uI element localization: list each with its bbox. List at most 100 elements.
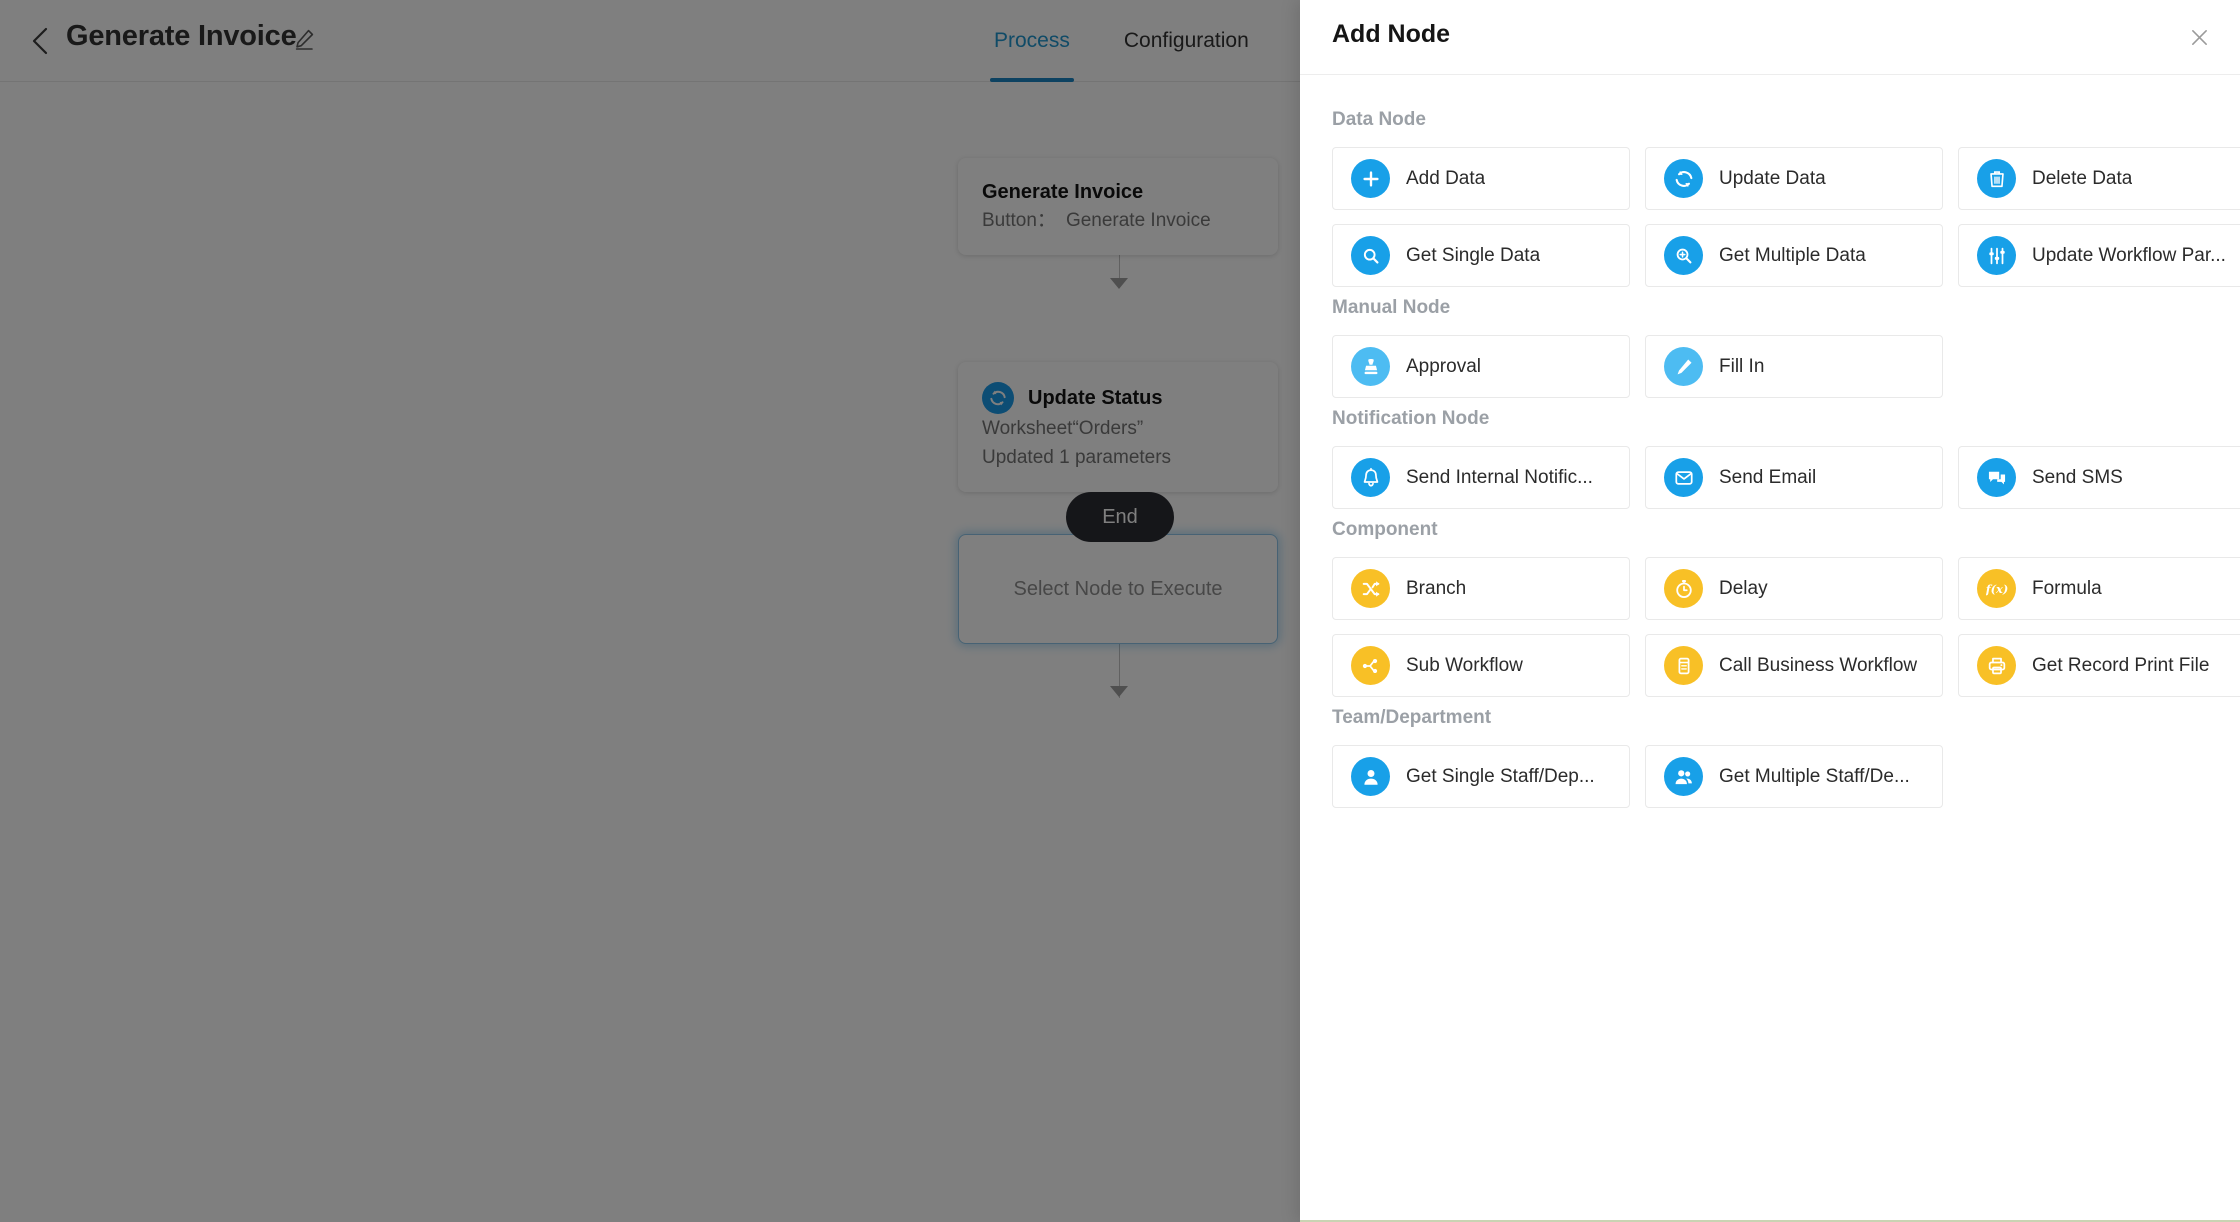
search-plus-icon bbox=[1664, 236, 1703, 275]
tab-configuration-label: Configuration bbox=[1123, 29, 1249, 52]
node-option-get-record-print-file[interactable]: Get Record Print File bbox=[1958, 634, 2240, 697]
add-node-drawer: Add Node Data Node Add Data Update Data Del… bbox=[1300, 0, 2240, 1222]
node-option-grid: Add Data Update Data Delete Data Get Single… bbox=[1332, 147, 2240, 287]
node-option-get-single-data[interactable]: Get Single Data bbox=[1332, 224, 1630, 287]
node-option-grid: Branch Delay f(x) Formula Sub Workflow Call B… bbox=[1332, 557, 2240, 697]
section-title: Team/Department bbox=[1332, 707, 1492, 728]
connector-arrow bbox=[1110, 686, 1128, 697]
tab-process[interactable]: Process bbox=[990, 0, 1074, 82]
node-section: Data Node Add Data Update Data Delete Data G… bbox=[1332, 109, 2240, 287]
node-detail-worksheet: Worksheet“Orders” bbox=[982, 418, 1144, 439]
pen-icon bbox=[1664, 347, 1703, 386]
node-sub-label: Button： bbox=[982, 210, 1056, 231]
node-subtitle: Button： Generate Invoice bbox=[982, 206, 1254, 235]
node-option-add-data[interactable]: Add Data bbox=[1332, 147, 1630, 210]
envelope-icon bbox=[1664, 458, 1703, 497]
node-option-send-sms[interactable]: Send SMS bbox=[1958, 446, 2240, 509]
workflow-node-update-status[interactable]: Update Status Worksheet“Orders” Updated … bbox=[958, 362, 1278, 492]
node-option-label: Add Data bbox=[1406, 167, 1486, 189]
search-icon bbox=[1351, 236, 1390, 275]
node-option-label: Approval bbox=[1406, 355, 1481, 377]
sync-refresh-icon bbox=[982, 382, 1014, 414]
node-option-label: Sub Workflow bbox=[1406, 654, 1523, 676]
node-option-label: Get Multiple Staff/De... bbox=[1719, 765, 1910, 787]
node-option-label: Delete Data bbox=[2032, 167, 2133, 189]
container-icon bbox=[1664, 646, 1703, 685]
section-title: Notification Node bbox=[1332, 408, 1490, 429]
node-option-label: Update Workflow Par... bbox=[2032, 244, 2226, 266]
node-section: Component Branch Delay f(x) Formula Sub Workf… bbox=[1332, 519, 2240, 697]
stopwatch-icon bbox=[1664, 569, 1703, 608]
function-fx-icon: f(x) bbox=[1977, 569, 2016, 608]
node-title: Update Status bbox=[1028, 387, 1163, 409]
node-option-grid: Get Single Staff/Dep... Get Multiple Staf… bbox=[1332, 745, 2208, 808]
section-title: Data Node bbox=[1332, 109, 1426, 130]
node-option-delete-data[interactable]: Delete Data bbox=[1958, 147, 2240, 210]
node-option-label: Get Single Staff/Dep... bbox=[1406, 765, 1595, 787]
close-icon[interactable] bbox=[2184, 22, 2214, 52]
node-option-branch[interactable]: Branch bbox=[1332, 557, 1630, 620]
tab-configuration[interactable]: Configuration bbox=[1120, 0, 1253, 82]
user-multiple-icon bbox=[1664, 757, 1703, 796]
tab-process-label: Process bbox=[994, 29, 1070, 52]
section-title: Component bbox=[1332, 519, 1438, 540]
node-option-label: Update Data bbox=[1719, 167, 1826, 189]
drawer-body: Data Node Add Data Update Data Delete Data G… bbox=[1300, 75, 2240, 1220]
node-option-label: Branch bbox=[1406, 577, 1467, 599]
node-section: Notification Node Send Internal Notific..… bbox=[1332, 408, 2240, 509]
node-option-update-workflow-par[interactable]: Update Workflow Par... bbox=[1958, 224, 2240, 287]
branch-node-icon bbox=[1351, 646, 1390, 685]
workflow-node-start[interactable]: Generate Invoice Button： Generate Invoice bbox=[958, 158, 1278, 255]
drawer-title: Add Node bbox=[1332, 20, 1451, 48]
workflow-node-placeholder[interactable]: Select Node to Execute bbox=[958, 534, 1278, 644]
workflow-node-end[interactable]: End bbox=[1066, 492, 1174, 542]
node-option-get-multiple-staff-de[interactable]: Get Multiple Staff/De... bbox=[1645, 745, 1943, 808]
shuffle-icon bbox=[1351, 569, 1390, 608]
node-option-formula[interactable]: f(x) Formula bbox=[1958, 557, 2240, 620]
node-option-get-multiple-data[interactable]: Get Multiple Data bbox=[1645, 224, 1943, 287]
node-option-label: Formula bbox=[2032, 577, 2102, 599]
stamp-icon bbox=[1351, 347, 1390, 386]
node-option-call-business-workflow[interactable]: Call Business Workflow bbox=[1645, 634, 1943, 697]
node-title: Generate Invoice bbox=[982, 181, 1144, 203]
node-option-send-internal-notific[interactable]: Send Internal Notific... bbox=[1332, 446, 1630, 509]
trash-icon bbox=[1977, 159, 2016, 198]
tab-bar: Process Configuration bbox=[990, 0, 1253, 82]
sync-refresh-icon bbox=[1664, 159, 1703, 198]
node-option-sub-workflow[interactable]: Sub Workflow bbox=[1332, 634, 1630, 697]
node-option-label: Send Internal Notific... bbox=[1406, 466, 1593, 488]
user-single-icon bbox=[1351, 757, 1390, 796]
node-option-grid: Send Internal Notific... Send Email Send S… bbox=[1332, 446, 2240, 509]
drawer-header: Add Node bbox=[1300, 0, 2240, 75]
chat-bubbles-icon bbox=[1977, 458, 2016, 497]
connector-arrow bbox=[1110, 278, 1128, 289]
pencil-edit-icon[interactable] bbox=[292, 27, 316, 51]
node-option-delay[interactable]: Delay bbox=[1645, 557, 1943, 620]
node-sub-value: Generate Invoice bbox=[1065, 210, 1211, 231]
node-option-label: Fill In bbox=[1719, 355, 1765, 377]
printer-icon bbox=[1977, 646, 2016, 685]
node-option-label: Send Email bbox=[1719, 466, 1817, 488]
node-option-send-email[interactable]: Send Email bbox=[1645, 446, 1943, 509]
node-option-label: Get Record Print File bbox=[2032, 654, 2210, 676]
node-option-fill-in[interactable]: Fill In bbox=[1645, 335, 1943, 398]
svg-text:f(x): f(x) bbox=[1986, 582, 2008, 596]
node-option-get-single-staff-dep[interactable]: Get Single Staff/Dep... bbox=[1332, 745, 1630, 808]
node-option-label: Get Single Data bbox=[1406, 244, 1541, 266]
node-option-label: Delay bbox=[1719, 577, 1768, 599]
node-section: Manual Node Approval Fill In bbox=[1332, 297, 2208, 398]
node-detail-params: Updated 1 parameters bbox=[982, 447, 1172, 468]
section-title: Manual Node bbox=[1332, 297, 1451, 318]
node-section: Team/Department Get Single Staff/Dep... Ge… bbox=[1332, 707, 2208, 808]
node-option-label: Get Multiple Data bbox=[1719, 244, 1866, 266]
node-option-approval[interactable]: Approval bbox=[1332, 335, 1630, 398]
placeholder-label: Select Node to Execute bbox=[1013, 577, 1223, 600]
node-option-update-data[interactable]: Update Data bbox=[1645, 147, 1943, 210]
node-option-grid: Approval Fill In bbox=[1332, 335, 2208, 398]
bell-icon bbox=[1351, 458, 1390, 497]
back-icon[interactable] bbox=[22, 22, 60, 60]
end-node-label: End bbox=[1102, 505, 1138, 528]
plus-icon bbox=[1351, 159, 1390, 198]
page-title: Generate Invoice bbox=[66, 20, 297, 52]
node-option-label: Send SMS bbox=[2032, 466, 2123, 488]
